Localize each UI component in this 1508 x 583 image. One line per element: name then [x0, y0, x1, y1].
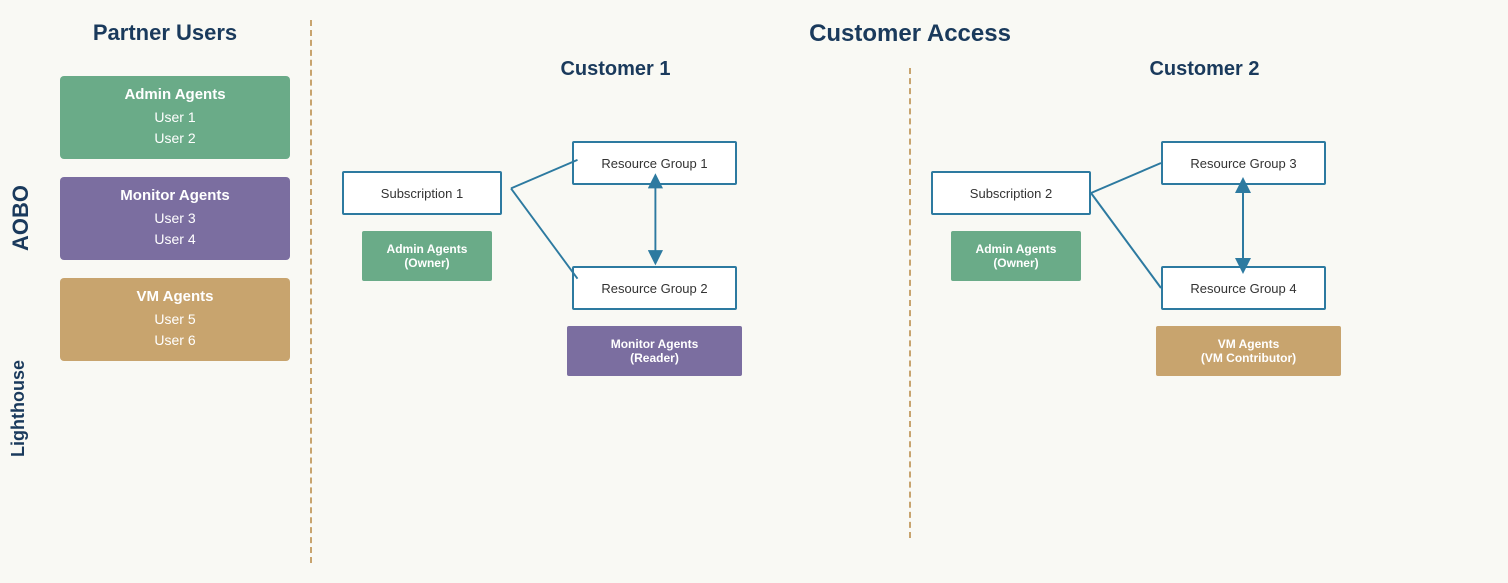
customer1-monitor-agents-box: Monitor Agents(Reader)	[567, 326, 742, 376]
resource-group4-box: Resource Group 4	[1161, 266, 1326, 310]
partner-users-section: Partner Users AOBO Lighthouse Admin Agen…	[0, 0, 310, 583]
admin-agents-group: Admin Agents User 1User 2	[60, 76, 290, 159]
vm-agents-group: VM Agents User 5User 6	[60, 278, 290, 361]
admin-agents-users: User 1User 2	[74, 107, 276, 149]
customer2-title: Customer 2	[921, 58, 1488, 81]
customer2-vm-agents-box: VM Agents(VM Contributor)	[1156, 326, 1341, 376]
monitor-agents-group: Monitor Agents User 3User 4	[60, 177, 290, 260]
vm-agents-users: User 5User 6	[74, 309, 276, 351]
admin-agents-title: Admin Agents	[74, 86, 276, 103]
resource-group3-box: Resource Group 3	[1161, 141, 1326, 185]
lighthouse-label: Lighthouse	[8, 360, 29, 457]
monitor-agents-title: Monitor Agents	[74, 187, 276, 204]
aobo-label: AOBO	[8, 185, 34, 251]
resource-group2-box: Resource Group 2	[572, 266, 737, 310]
customer-access-title: Customer Access	[322, 20, 1498, 48]
main-diagram: Partner Users AOBO Lighthouse Admin Agen…	[0, 0, 1508, 583]
subscription2-box: Subscription 2	[931, 171, 1091, 215]
customer1-diagram: Subscription 1 Admin Agents(Owner) Resou…	[332, 101, 899, 481]
customer1-admin-agents-box: Admin Agents(Owner)	[362, 231, 492, 281]
customer2-diagram: Subscription 2 Admin Agents(Owner) Resou…	[921, 101, 1488, 481]
customer2-column: Customer 2 Subscription 2 Admin Agents(O…	[911, 58, 1498, 548]
subscription1-box: Subscription 1	[342, 171, 502, 215]
monitor-agents-users: User 3User 4	[74, 208, 276, 250]
resource-group1-box: Resource Group 1	[572, 141, 737, 185]
customer-access-section: Customer Access Customer 1 Subscription …	[312, 0, 1508, 583]
partner-users-title: Partner Users	[40, 20, 290, 46]
customer2-admin-agents-box: Admin Agents(Owner)	[951, 231, 1081, 281]
customer1-column: Customer 1 Subscription 1 Admin Agents(O…	[322, 58, 909, 548]
customer1-title: Customer 1	[332, 58, 899, 81]
vm-agents-title: VM Agents	[74, 288, 276, 305]
customers-container: Customer 1 Subscription 1 Admin Agents(O…	[322, 58, 1498, 548]
